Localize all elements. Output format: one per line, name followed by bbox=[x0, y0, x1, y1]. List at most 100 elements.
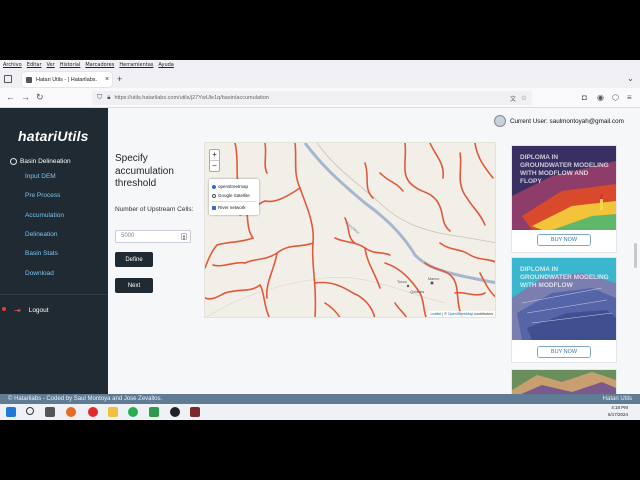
menu-bar: Archivo Editar Ver Historial Marcadores … bbox=[0, 60, 640, 70]
radio-selected-icon[interactable] bbox=[212, 184, 216, 189]
menu-herramientas[interactable]: Herramientas bbox=[119, 62, 153, 68]
opera-icon[interactable] bbox=[88, 407, 98, 417]
place-label: Tocco bbox=[397, 280, 407, 284]
clock-date: 6/17/2024 bbox=[608, 411, 629, 417]
back-icon[interactable]: ← bbox=[6, 92, 15, 102]
river-network bbox=[205, 143, 495, 317]
bookmark-star-icon[interactable]: ☆ bbox=[521, 94, 527, 102]
translate-icon[interactable]: 文 bbox=[510, 94, 516, 103]
logo[interactable]: hatariUtils bbox=[18, 128, 89, 144]
browser-tab[interactable]: Hatari Utils - | Hatarilabs. × bbox=[22, 72, 112, 87]
lock-icon[interactable]: 🔒︎ bbox=[107, 95, 110, 102]
radio-icon[interactable] bbox=[212, 193, 216, 198]
layer-label: Google Satellite bbox=[218, 193, 250, 198]
firefox-icon[interactable] bbox=[66, 407, 76, 417]
footer-credits: © Hatarilabs - Coded by Saul Montoya and… bbox=[8, 396, 163, 402]
page: hatariUtils Basin Delineation Input DEM … bbox=[0, 108, 640, 394]
upstream-cells-input[interactable]: 5000 ▲ ▼ bbox=[115, 230, 191, 243]
zoom-in-button[interactable]: + bbox=[210, 150, 219, 161]
sidebar-item-basin-stats[interactable]: Basin Stats bbox=[25, 250, 58, 257]
sidebar-section-label: Basin Delineation bbox=[20, 158, 71, 165]
overlay-option-river-network[interactable]: River network bbox=[212, 203, 256, 212]
menu-marcadores[interactable]: Marcadores bbox=[85, 62, 114, 68]
file-explorer-icon[interactable] bbox=[108, 407, 118, 417]
shield-icon[interactable]: ⛉ bbox=[97, 94, 102, 102]
cells-value: 5000 bbox=[121, 233, 135, 239]
layer-label: openstreetmap bbox=[218, 184, 249, 189]
tab-view-icon[interactable] bbox=[4, 75, 12, 83]
task-view-icon[interactable] bbox=[45, 407, 55, 417]
number-stepper-icon[interactable]: ▲ ▼ bbox=[181, 233, 187, 241]
app-menu-icon[interactable]: ≡ bbox=[627, 93, 632, 102]
page-title: Specify accumulation threshold bbox=[115, 153, 174, 189]
extensions-icon[interactable]: ⬡ bbox=[612, 93, 619, 102]
zoom-control: + − bbox=[209, 149, 220, 172]
layer-label: River network bbox=[218, 205, 246, 210]
logout-label: Logout bbox=[28, 307, 49, 314]
logout-icon: ⇥ bbox=[14, 306, 21, 315]
account-icon[interactable]: ◉ bbox=[597, 93, 604, 102]
town-marker bbox=[406, 284, 410, 288]
tab-list-icon[interactable]: ⌄ bbox=[627, 74, 634, 83]
taskbar bbox=[0, 404, 640, 420]
place-label: Quillaba bbox=[410, 290, 425, 294]
menu-ver[interactable]: Ver bbox=[47, 62, 55, 68]
forward-icon[interactable]: → bbox=[21, 92, 30, 102]
buy-now-button[interactable]: BUY NOW bbox=[537, 346, 591, 358]
logout-link[interactable]: ⇥ Logout bbox=[14, 306, 49, 315]
ad-image[interactable] bbox=[512, 370, 616, 394]
menu-ayuda[interactable]: Ayuda bbox=[158, 62, 173, 68]
app-icon[interactable] bbox=[190, 407, 200, 417]
pocket-icon[interactable]: ◘ bbox=[582, 93, 587, 102]
sidebar-divider bbox=[0, 294, 108, 295]
sidebar-item-accumulation[interactable]: Accumulation bbox=[25, 212, 64, 219]
reload-icon[interactable]: ↻ bbox=[36, 92, 44, 103]
ad-image-text: DIPLOMA IN GROUNDWATER MODELING WITH MOD… bbox=[520, 154, 609, 185]
ad-card: DIPLOMA IN GROUNDWATER MODELING WITH MOD… bbox=[511, 257, 617, 363]
ad-card: DIPLOMA IN GROUNDWATER MODELING WITH MOD… bbox=[511, 145, 617, 253]
search-icon[interactable] bbox=[26, 407, 34, 415]
app-icon[interactable] bbox=[170, 407, 180, 417]
current-user-label: Current User: saulmontoyah@gmail.com bbox=[510, 117, 624, 125]
osm-link[interactable]: OpenStreetMap bbox=[448, 312, 473, 316]
sidebar-item-pre-process[interactable]: Pre Process bbox=[25, 192, 60, 199]
whatsapp-icon[interactable] bbox=[128, 407, 138, 417]
cells-label: Number of Upstream Cells: bbox=[115, 206, 194, 213]
ad-image-text: DIPLOMA IN GROUNDWATER MODELING WITH MOD… bbox=[520, 266, 609, 289]
footer: © Hatarilabs - Coded by Saul Montoya and… bbox=[0, 394, 640, 404]
page-scrollbar[interactable] bbox=[632, 108, 640, 394]
layer-control: openstreetmap Google Satellite River net… bbox=[209, 179, 259, 215]
place-label: Manco bbox=[428, 277, 439, 281]
next-button[interactable]: Next bbox=[115, 278, 153, 293]
menu-archivo[interactable]: Archivo bbox=[3, 62, 22, 68]
clock-time: 4:18 PM bbox=[611, 405, 629, 410]
checkbox-checked-icon[interactable] bbox=[212, 205, 216, 210]
road-line bbox=[316, 143, 495, 244]
windows-start-icon[interactable] bbox=[6, 407, 16, 417]
define-button[interactable]: Define bbox=[115, 252, 153, 267]
sidebar-item-download[interactable]: Download bbox=[25, 270, 54, 277]
buy-now-button[interactable]: BUY NOW bbox=[537, 234, 591, 246]
layer-option-google-satellite[interactable]: Google Satellite bbox=[212, 191, 256, 200]
circle-icon bbox=[10, 158, 17, 165]
sidebar-section-basin-delineation[interactable]: Basin Delineation bbox=[10, 158, 71, 165]
new-tab-icon[interactable]: + bbox=[117, 74, 122, 84]
sidebar-item-input-dem[interactable]: Input DEM bbox=[25, 173, 56, 180]
menu-editar[interactable]: Editar bbox=[27, 62, 42, 68]
sidebar-item-delineation[interactable]: Delineation bbox=[25, 231, 58, 238]
taskbar-clock[interactable]: 4:18 PM 6/17/2024 bbox=[608, 405, 628, 418]
scrollbar-thumb[interactable] bbox=[634, 243, 637, 268]
url-text: https://utils.hatarilabs.com/utils/j27Yw… bbox=[114, 95, 269, 101]
menu-historial[interactable]: Historial bbox=[60, 62, 81, 68]
leaflet-link[interactable]: Leaflet bbox=[430, 312, 441, 316]
close-tab-icon[interactable]: × bbox=[102, 76, 112, 83]
map[interactable]: Ccochacc Tocco Manco Quillaba + − openst… bbox=[204, 142, 496, 318]
layer-option-openstreetmap[interactable]: openstreetmap bbox=[212, 182, 256, 191]
screen: Archivo Editar Ver Historial Marcadores … bbox=[0, 0, 640, 480]
url-bar[interactable]: ⛉ 🔒︎ https://utils.hatarilabs.com/utils/… bbox=[92, 91, 532, 105]
map-attribution: Leaflet | © OpenStreetMap contributors bbox=[428, 311, 495, 317]
favicon-icon bbox=[26, 76, 32, 83]
avatar bbox=[494, 115, 506, 127]
zoom-out-button[interactable]: − bbox=[210, 161, 219, 172]
app-icon[interactable] bbox=[149, 407, 159, 417]
